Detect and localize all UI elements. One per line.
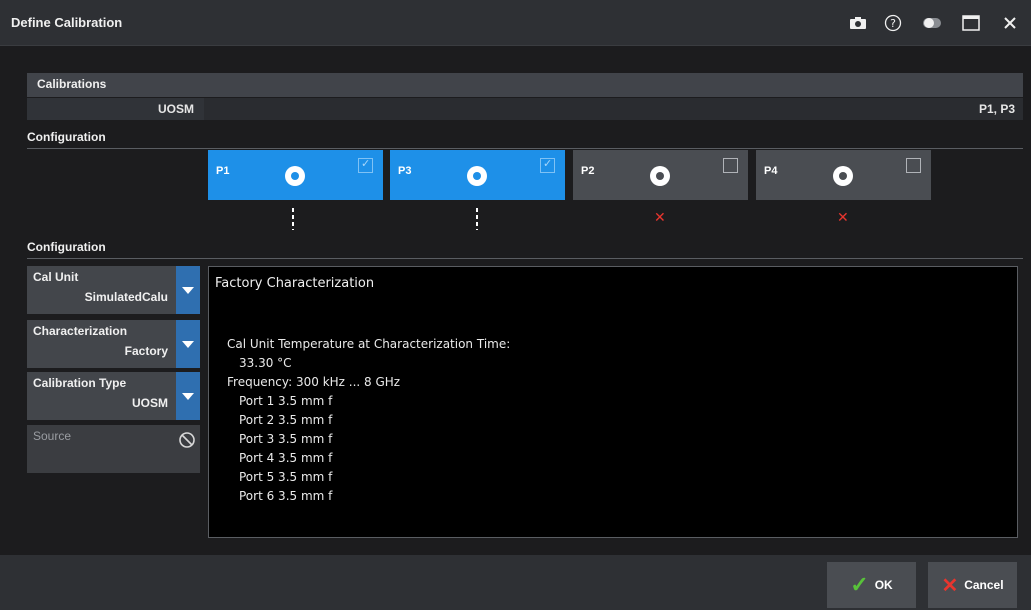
info-line: Frequency: 300 kHz ... 8 GHz [227,375,401,389]
info-line: Port 5 3.5 mm f [239,470,333,484]
port-tile-p3[interactable]: P3 [390,150,565,200]
port-tile-p4[interactable]: P4 [756,150,931,200]
configuration-bottom-divider [27,258,1023,259]
configuration-top-divider [27,148,1023,149]
toggle-icon[interactable] [922,13,942,33]
characterization-label: Characterization [33,324,128,338]
port-tile-p1[interactable]: P1 [208,150,383,200]
info-line: Port 6 3.5 mm f [239,489,333,503]
connector-icon [650,166,670,186]
port-checkbox[interactable] [906,158,921,173]
port-checkbox[interactable] [358,157,373,173]
calibration-type-value: UOSM [132,396,168,410]
connection-dashed-line-p1 [292,208,294,230]
connector-icon [285,166,305,186]
port-label: P4 [764,165,778,177]
cancel-button-label: Cancel [964,578,1004,592]
info-line: Port 1 3.5 mm f [239,394,333,408]
characterization-dropdown[interactable]: Characterization Factory [27,320,200,368]
port-label: P3 [398,165,412,177]
window-title: Define Calibration [11,15,123,30]
source-label: Source [33,429,72,443]
info-line: Cal Unit Temperature at Characterization… [227,337,511,351]
cancel-x-icon: ✕ [941,574,959,597]
characterization-value: Factory [124,344,168,358]
calibration-type-label: Calibration Type [33,376,127,390]
port-label: P1 [216,165,230,177]
port-label: P2 [581,165,595,177]
camera-icon[interactable] [848,13,868,33]
chevron-down-icon[interactable] [176,266,200,314]
port-checkbox[interactable] [723,158,738,173]
connection-dashed-line-p3 [476,208,478,230]
disabled-icon [178,431,196,453]
port-checkbox[interactable] [540,157,555,173]
calibrations-header-label: Calibrations [37,77,107,91]
source-field: Source [27,425,200,473]
cancel-button[interactable]: ✕ Cancel [928,562,1017,608]
connector-icon [833,166,853,186]
title-bar: Define Calibration ? [0,0,1031,46]
svg-text:?: ? [890,17,896,30]
chevron-down-icon[interactable] [176,320,200,368]
info-line: Port 2 3.5 mm f [239,413,333,427]
cal-unit-label: Cal Unit [33,270,79,284]
chevron-down-icon[interactable] [176,372,200,420]
calibration-name: UOSM [27,98,204,120]
info-heading: Factory Characterization [215,276,375,291]
info-line: Port 3 3.5 mm f [239,432,333,446]
calibration-type-dropdown[interactable]: Calibration Type UOSM [27,372,200,420]
maximize-icon[interactable] [961,13,981,33]
close-icon[interactable] [1000,13,1020,33]
cal-unit-dropdown[interactable]: Cal Unit SimulatedCalu [27,266,200,314]
help-icon[interactable]: ? [883,13,903,33]
not-connected-x-icon: ✕ [837,210,849,226]
checkmark-icon: ✓ [850,572,869,597]
connector-icon [467,166,487,186]
not-connected-x-icon: ✕ [654,210,666,226]
info-line: Port 4 3.5 mm f [239,451,333,465]
calibrations-header: Calibrations [27,73,1023,97]
cal-unit-value: SimulatedCalu [84,290,168,304]
ok-button-label: OK [874,578,893,592]
characterization-info-panel: Factory Characterization Cal Unit Temper… [208,266,1018,538]
calibration-ports: P1, P3 [978,102,1015,116]
port-tile-p2[interactable]: P2 [573,150,748,200]
ok-button[interactable]: ✓ OK [827,562,916,608]
info-line: 33.30 °C [239,356,292,370]
configuration-bottom-label: Configuration [27,240,106,254]
configuration-top-label: Configuration [27,130,106,144]
calibration-row[interactable]: UOSM P1, P3 [27,98,1023,120]
